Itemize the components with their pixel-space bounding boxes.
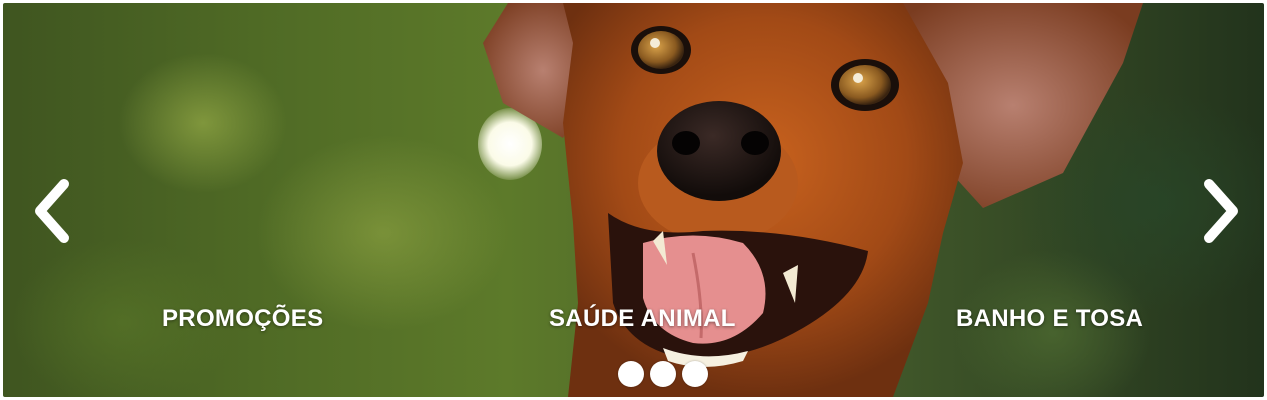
dog-image (483, 3, 1143, 397)
hero-carousel: PROMOÇÕES SAÚDE ANIMAL BANHO E TOSA (3, 3, 1264, 397)
carousel-prev-button[interactable] (25, 176, 77, 246)
category-link-saude-animal[interactable]: SAÚDE ANIMAL (549, 305, 736, 333)
carousel-indicators (618, 361, 708, 387)
carousel-next-button[interactable] (1196, 176, 1248, 246)
category-link-banho-e-tosa[interactable]: BANHO E TOSA (956, 305, 1143, 333)
carousel-dot-2[interactable] (650, 361, 676, 387)
chevron-right-icon (1204, 179, 1238, 243)
chevron-left-icon (35, 179, 69, 243)
carousel-dot-3[interactable] (682, 361, 708, 387)
carousel-dot-1[interactable] (618, 361, 644, 387)
category-link-promocoes[interactable]: PROMOÇÕES (162, 305, 323, 333)
